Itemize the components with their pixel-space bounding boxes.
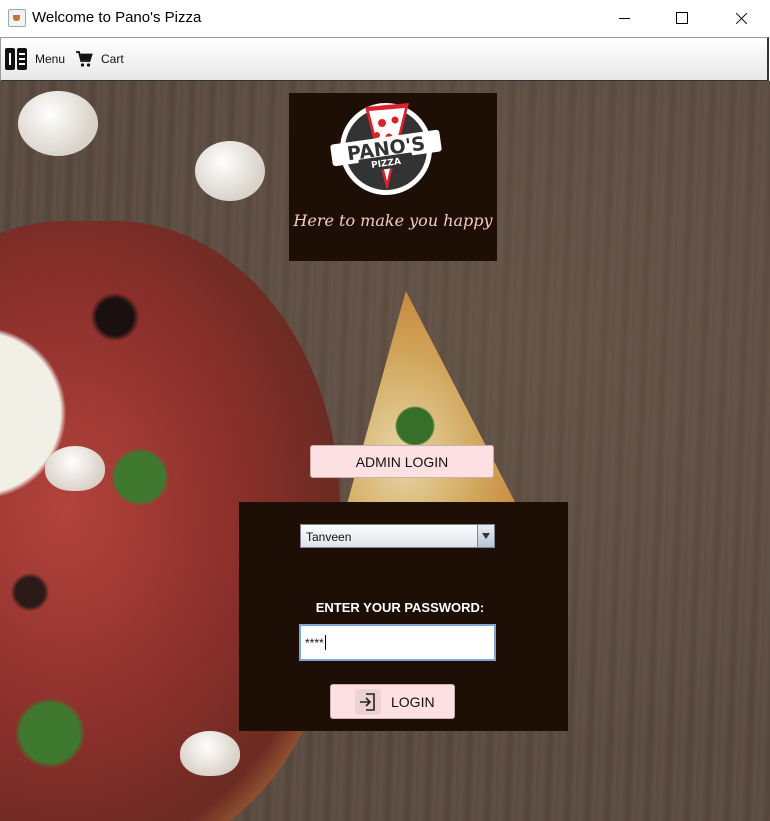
- admin-login-button[interactable]: ADMIN LOGIN: [310, 445, 494, 478]
- minimize-button[interactable]: [597, 0, 655, 37]
- sign-in-icon: [355, 688, 381, 715]
- text-caret: [324, 635, 326, 650]
- chevron-down-icon[interactable]: [477, 525, 494, 547]
- logo-tagline: Here to make you happy: [293, 211, 493, 230]
- password-field[interactable]: ****: [299, 624, 496, 661]
- title-bar: Welcome to Pano's Pizza: [0, 0, 770, 37]
- password-label: ENTER YOUR PASSWORD:: [315, 600, 485, 615]
- mushroom-image: [45, 446, 105, 491]
- mushroom-image: [180, 731, 240, 776]
- window-title: Welcome to Pano's Pizza: [32, 9, 202, 26]
- maximize-button[interactable]: [655, 0, 713, 37]
- close-button[interactable]: [712, 0, 770, 37]
- menu-book-icon: [5, 48, 29, 70]
- garlic-image: [195, 141, 265, 201]
- menu-item-label: Menu: [35, 52, 66, 66]
- garlic-image: [18, 91, 98, 156]
- panos-pizza-logo: PANO'S PIZZA: [330, 103, 442, 195]
- menu-bar: Menu Cart: [0, 37, 769, 82]
- login-panel: Tanveen ENTER YOUR PASSWORD: **** LOGIN: [239, 502, 568, 731]
- selected-user-value: Tanveen: [306, 530, 352, 544]
- menu-item-cart[interactable]: Cart: [75, 38, 124, 80]
- login-button[interactable]: LOGIN: [330, 684, 455, 719]
- shopping-cart-icon: [76, 51, 93, 67]
- user-select-dropdown[interactable]: Tanveen: [300, 524, 495, 548]
- logo-panel: PANO'S PIZZA Here to make you happy: [289, 93, 497, 261]
- login-button-label: LOGIN: [391, 693, 435, 710]
- java-app-icon: [8, 9, 26, 27]
- menu-item-menu[interactable]: Menu: [5, 38, 65, 80]
- menu-item-label: Cart: [101, 52, 124, 66]
- password-mask-value: ****: [305, 635, 324, 650]
